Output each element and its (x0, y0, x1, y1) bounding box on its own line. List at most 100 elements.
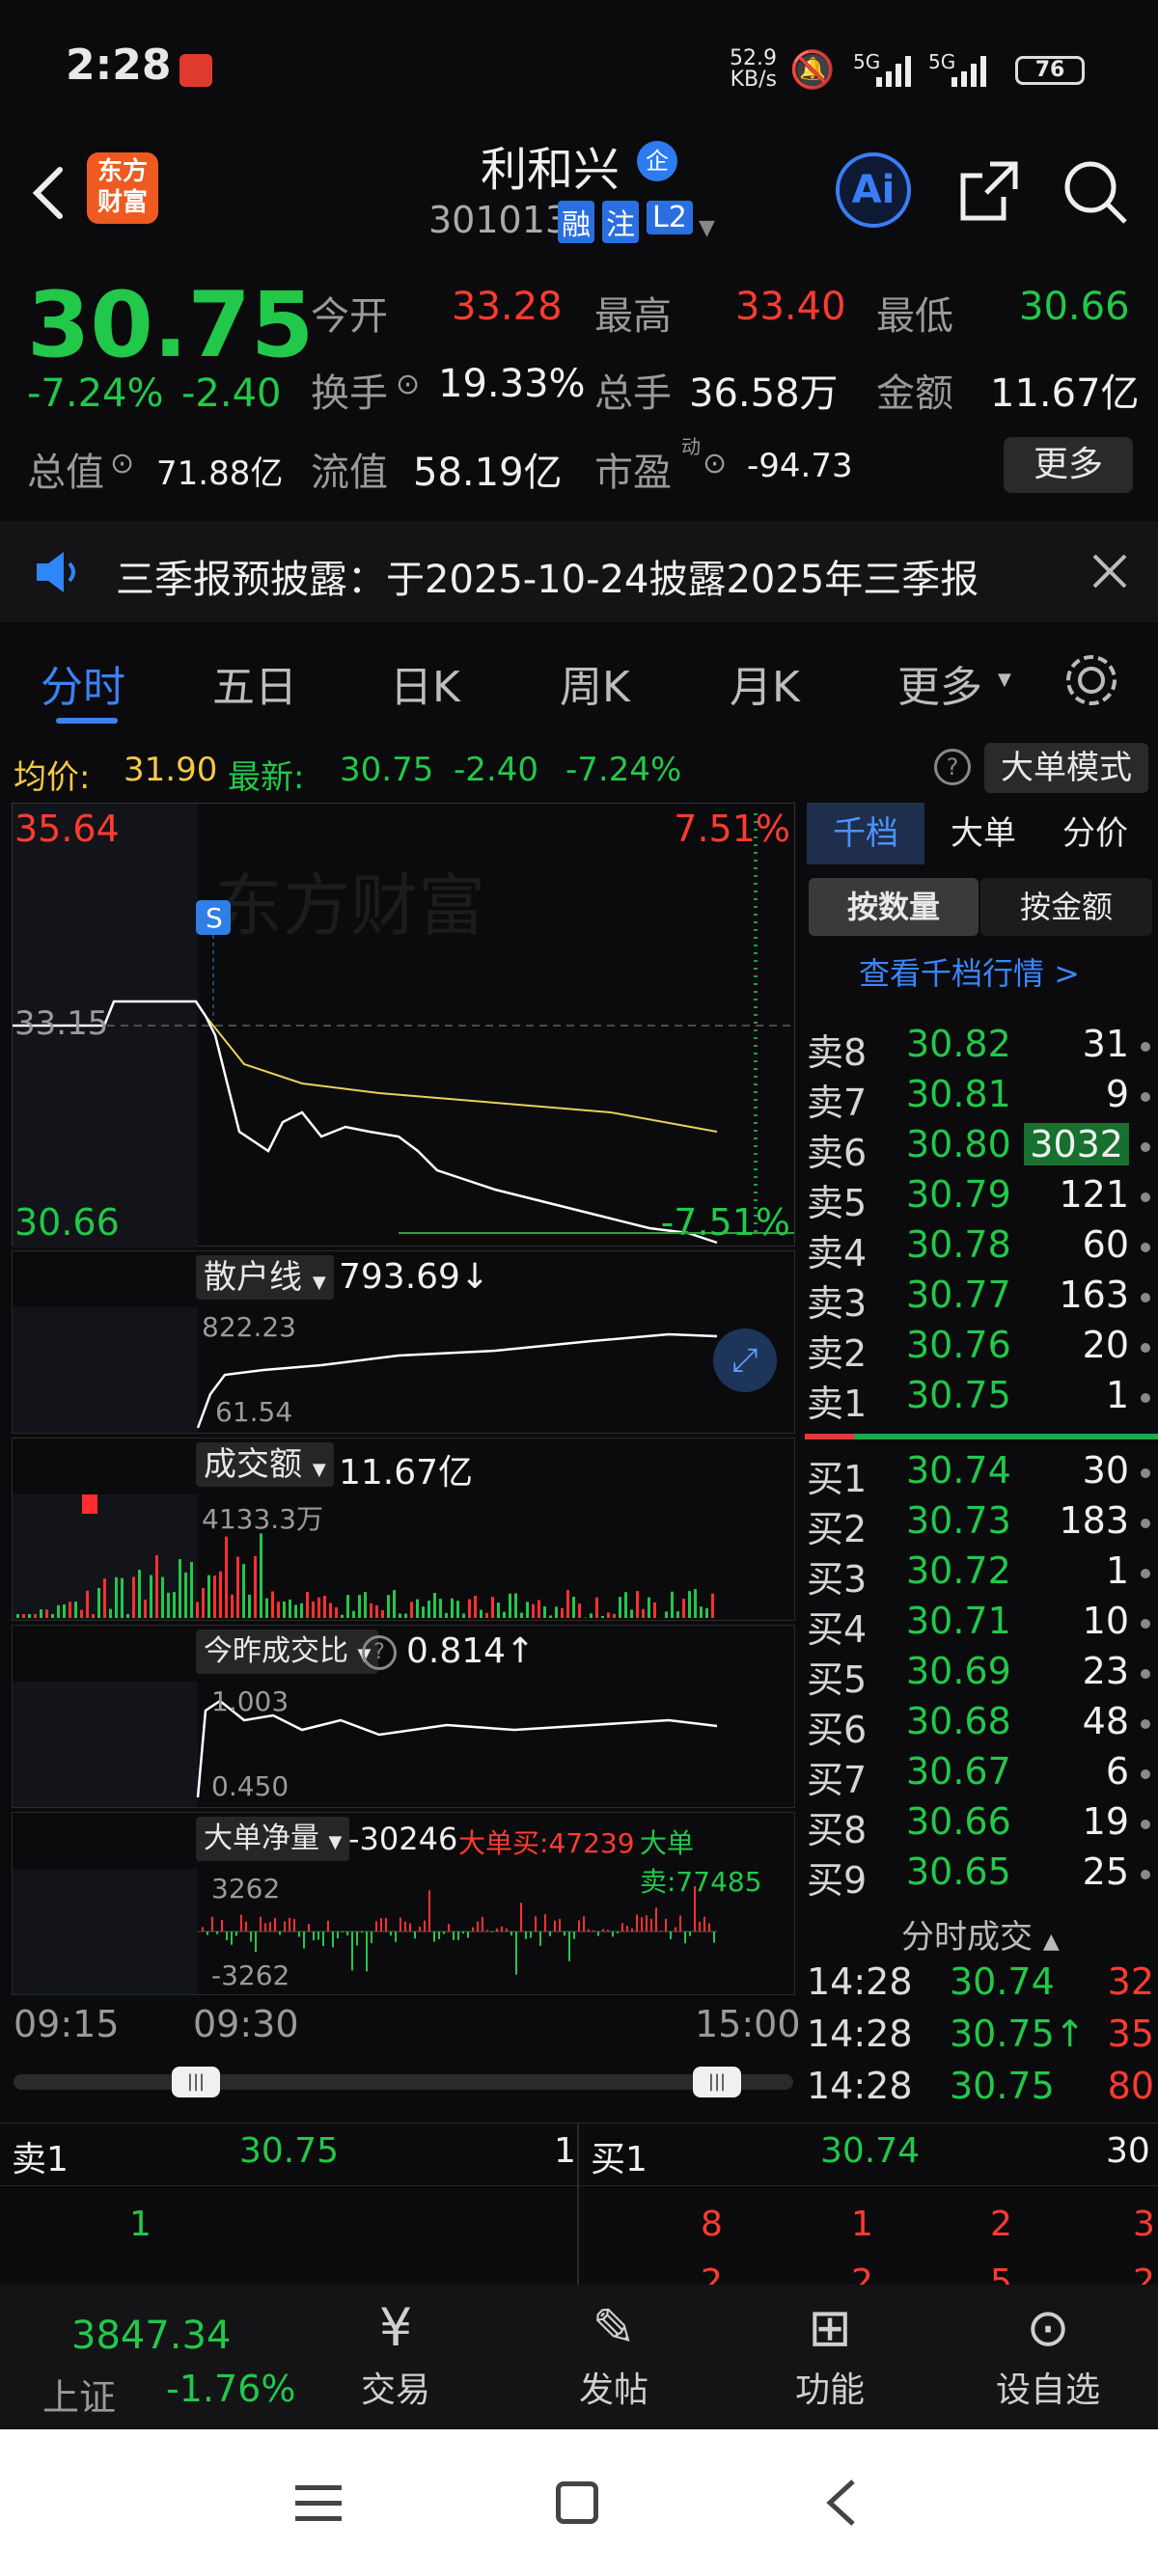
level-volume: 19 (1083, 1800, 1129, 1843)
bigorder-bar (477, 1922, 479, 1932)
search-icon[interactable] (1058, 154, 1131, 232)
back-nav-icon[interactable] (822, 2478, 861, 2532)
ask-row[interactable]: 卖5 30.79 121 (805, 1173, 1158, 1223)
nav-post[interactable]: ✎ 发帖 (537, 2294, 691, 2412)
bigorder-selector[interactable]: 大单净量 ▼ (196, 1817, 349, 1861)
turnover-selector[interactable]: 成交额 ▼ (196, 1442, 334, 1487)
bid-row[interactable]: 买7 30.67 6 (805, 1750, 1158, 1800)
ask-row[interactable]: 卖8 30.82 31 (805, 1023, 1158, 1073)
ratio-selector[interactable]: 今昨成交比 ▼ (196, 1630, 378, 1674)
settings-gear-icon[interactable] (1062, 650, 1121, 714)
turnover-bar (346, 1595, 349, 1618)
bigorder-bar (670, 1932, 672, 1939)
stock-name: 利和兴 (481, 131, 620, 199)
tab-by-amount[interactable]: 按金额 (980, 878, 1152, 936)
tab-5day[interactable]: 五日 (212, 652, 297, 714)
bigorder-bar (202, 1927, 204, 1932)
tab-price-dist[interactable]: 分价 (1042, 803, 1148, 864)
badge-l2[interactable]: L2 (647, 201, 693, 234)
expand-icon[interactable]: ⤢ (713, 1329, 777, 1392)
tab-weekly[interactable]: 周K (560, 652, 630, 714)
level-dot-icon (1141, 1569, 1150, 1578)
s-marker[interactable]: S (206, 902, 223, 934)
mktcap-info-icon[interactable]: ⊙ (110, 447, 134, 480)
tab-monthly[interactable]: 月K (730, 652, 800, 714)
range-handle-right[interactable]: ||| (693, 2067, 741, 2097)
index-ticker[interactable]: 3847.34 上证 -1.76% (0, 2285, 290, 2429)
tab-orderbook[interactable]: 千档 (807, 803, 924, 864)
bid-row[interactable]: 买6 30.68 48 (805, 1700, 1158, 1750)
bid-row[interactable]: 买3 30.72 1 (805, 1549, 1158, 1600)
bigorder-bars (13, 1869, 796, 1994)
range-scrollbar[interactable] (14, 2074, 793, 2090)
brand-logo[interactable]: 东方 财富 (87, 152, 158, 224)
mktcap-label: 总值 (27, 441, 104, 497)
close-icon[interactable] (1090, 552, 1129, 594)
view-depth-link[interactable]: 查看千档行情 > (859, 949, 1080, 994)
level-price: 30.78 (906, 1223, 1011, 1266)
bigorder-bar (448, 1924, 450, 1932)
bid-row[interactable]: 买5 30.69 23 (805, 1650, 1158, 1700)
bigorder-bar (573, 1932, 575, 1939)
announcement-banner[interactable]: 三季报预披露：于2025-10-24披露2025年三季报 (0, 521, 1158, 622)
turnover-bar (485, 1613, 488, 1618)
home-icon[interactable] (556, 2481, 598, 2524)
retail-line-selector[interactable]: 散户线 ▼ (196, 1255, 334, 1300)
ask-row[interactable]: 卖1 30.75 1 (805, 1374, 1158, 1424)
level-label: 买3 (807, 1549, 867, 1603)
help-icon[interactable]: ? (934, 749, 971, 785)
level-label: 卖7 (807, 1073, 867, 1126)
bid-row[interactable]: 买8 30.66 19 (805, 1800, 1158, 1850)
tab-intraday[interactable]: 分时 (41, 652, 125, 714)
turnover-bar (694, 1589, 697, 1618)
intraday-chart[interactable]: 东方财富 S 35.64 7.51% 33.15 30.66 -7.51% (12, 803, 795, 1247)
level-price: 30.66 (906, 1800, 1011, 1843)
tab-daily[interactable]: 日K (390, 652, 460, 714)
latest-label: 最新: (228, 751, 304, 798)
ask-row[interactable]: 卖2 30.76 20 (805, 1324, 1158, 1374)
bigorder-mode-button[interactable]: 大单模式 (984, 743, 1148, 793)
ask-row[interactable]: 卖3 30.77 163 (805, 1274, 1158, 1324)
nav-functions[interactable]: ⊞ 功能 (753, 2294, 907, 2412)
tab-bigorders[interactable]: 大单 (930, 803, 1036, 864)
turnover-bar (422, 1606, 425, 1618)
back-icon[interactable] (19, 154, 77, 232)
ask-row[interactable]: 卖6 30.80 3032 (805, 1123, 1158, 1173)
bid-row[interactable]: 买2 30.73 183 (805, 1499, 1158, 1549)
bid-row[interactable]: 买9 30.65 25 (805, 1850, 1158, 1901)
index-pct: -1.76% (166, 2368, 295, 2410)
menu-icon[interactable] (295, 2483, 342, 2528)
ask-row[interactable]: 卖7 30.81 9 (805, 1073, 1158, 1123)
tab-active-indicator (56, 718, 118, 724)
ratio-min: 0.450 (211, 1770, 289, 1802)
nav-add-watchlist[interactable]: ⊙ 设自选 (971, 2294, 1125, 2412)
pe-info-icon[interactable]: ⊙ (703, 447, 727, 480)
tab-more[interactable]: 更多 (897, 652, 982, 714)
level-volume: 1 (1106, 1374, 1129, 1416)
turnover-info-icon[interactable]: ⊙ (396, 368, 420, 401)
turnover-bar (207, 1576, 210, 1618)
share-icon[interactable] (951, 154, 1025, 232)
ask-row[interactable]: 卖4 30.78 60 (805, 1223, 1158, 1274)
bigorder-bar (356, 1932, 358, 1945)
bid-row[interactable]: 买1 30.74 30 (805, 1449, 1158, 1499)
bid-row[interactable]: 买4 30.71 10 (805, 1600, 1158, 1650)
l2-queue: 卖1 30.75 1 买1 30.74 30 1 8 1 2 3 2 2 5 2 (0, 2123, 1158, 2285)
nav-trade[interactable]: ¥ 交易 (318, 2294, 473, 2412)
ticks-title[interactable]: 分时成交 ▲ (901, 1910, 1060, 1958)
ratio-help-icon[interactable]: ? (362, 1635, 397, 1670)
level-label: 卖1 (807, 1374, 867, 1427)
turnover-bar (45, 1609, 48, 1618)
tab-by-quantity[interactable]: 按数量 (809, 878, 979, 936)
edit-icon: ✎ (537, 2294, 691, 2362)
bigorder-bar (308, 1924, 310, 1932)
bigorder-bar (665, 1919, 667, 1932)
bigorder-bar (221, 1920, 223, 1932)
level-dot-icon (1141, 1669, 1150, 1679)
l2-buy-vol: 30 (1106, 2131, 1150, 2171)
l2-dropdown-icon[interactable]: ▼ (699, 216, 715, 240)
more-button[interactable]: 更多 (1004, 437, 1133, 493)
ai-button[interactable]: Ai (836, 152, 911, 228)
range-handle-left[interactable]: ||| (172, 2067, 220, 2097)
level-dot-icon (1141, 1042, 1150, 1052)
